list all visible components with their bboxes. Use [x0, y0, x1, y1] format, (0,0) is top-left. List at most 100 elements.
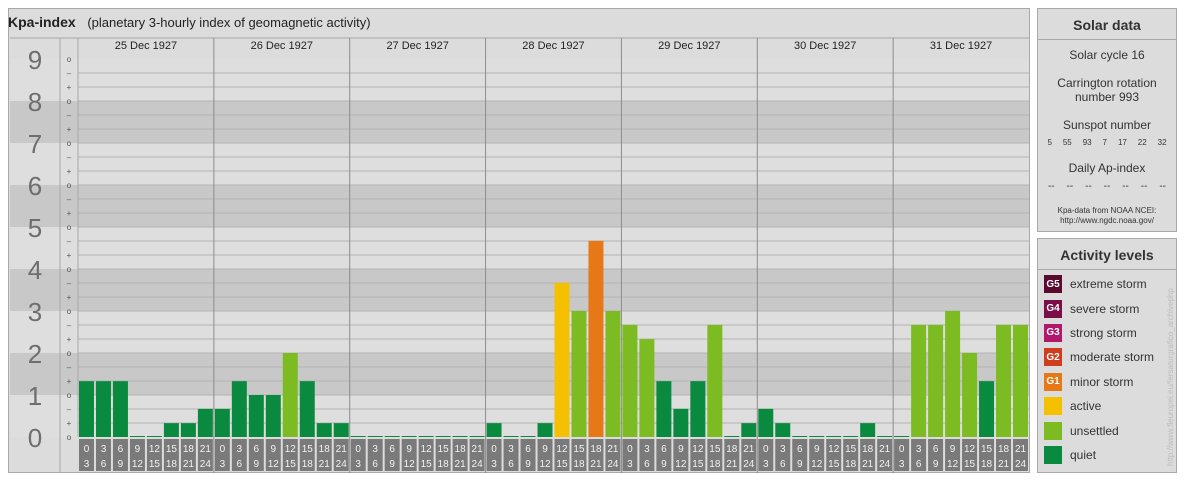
interval-end-label: 24: [200, 459, 212, 470]
carrington-line1: Carrington rotation: [1057, 76, 1157, 90]
y-subtick-label: +: [67, 419, 72, 428]
interval-start-label: 3: [916, 444, 922, 455]
kp-bar: [758, 408, 774, 437]
kp-bar: [588, 240, 604, 437]
ap-heading: Daily Ap-index: [1068, 161, 1146, 175]
ap-value: --: [1103, 181, 1111, 192]
y-subtick-label: +: [67, 293, 72, 302]
y-tick-label: 2: [28, 339, 42, 369]
interval-start-label: 18: [183, 444, 195, 455]
legend-label: moderate storm: [1070, 350, 1155, 365]
kp-bar: [214, 408, 230, 437]
interval-start-label: 3: [644, 444, 650, 455]
chart-title: Kpa-index (planetary 3-hourly index of g…: [8, 14, 371, 30]
y-subtick-label: –: [67, 69, 72, 78]
y-subtick-label: o: [67, 307, 72, 316]
y-tick-label: 9: [28, 45, 42, 75]
y-tick-label: 6: [28, 171, 42, 201]
interval-end-label: 9: [389, 459, 395, 470]
interval-start-label: 12: [828, 444, 840, 455]
solar-data-heading: Solar data: [1038, 9, 1176, 40]
kp-bar: [79, 381, 94, 437]
interval-start-label: 21: [472, 444, 484, 455]
interval-start-label: 3: [372, 444, 378, 455]
kp-bar: [95, 381, 111, 437]
y-tick-label: 0: [28, 423, 42, 453]
kp-bar: [877, 436, 893, 437]
day-label: 26 Dec 1927: [251, 40, 313, 52]
sunspot-value: 7: [1102, 138, 1107, 147]
y-subtick-label: o: [67, 181, 72, 190]
legend-item-minor-storm: G1 minor storm: [1038, 370, 1176, 394]
unit-band: [10, 227, 1029, 269]
ap-value: --: [1066, 181, 1074, 192]
kp-bar: [775, 423, 791, 437]
interval-end-label: 12: [811, 459, 823, 470]
interval-end-label: 6: [101, 459, 107, 470]
interval-start-label: 0: [627, 444, 633, 455]
solar-cycle: Solar cycle 16: [1069, 48, 1145, 62]
interval-start-label: 21: [607, 444, 619, 455]
interval-end-label: 9: [661, 459, 667, 470]
interval-start-label: 9: [406, 444, 412, 455]
sunspot-value: 32: [1157, 138, 1167, 147]
kp-bar: [673, 408, 689, 437]
interval-end-label: 24: [1015, 459, 1027, 470]
y-tick-label: 5: [28, 213, 42, 243]
kp-bar: [843, 436, 859, 437]
interval-start-label: 0: [355, 444, 361, 455]
kp-bar: [435, 436, 451, 437]
interval-start-label: 15: [302, 444, 314, 455]
interval-end-label: 9: [254, 459, 260, 470]
interval-end-label: 6: [508, 459, 514, 470]
kp-bar: [197, 408, 213, 437]
kp-bar: [690, 381, 706, 437]
y-tick-label: 7: [28, 129, 42, 159]
legend-label: strong storm: [1070, 325, 1137, 340]
interval-end-label: 24: [607, 459, 619, 470]
interval-end-label: 3: [355, 459, 361, 470]
interval-end-label: 3: [491, 459, 497, 470]
interval-start-label: 0: [763, 444, 769, 455]
interval-start-label: 15: [573, 444, 585, 455]
y-tick-label: 4: [28, 255, 42, 285]
interval-end-label: 6: [780, 459, 786, 470]
kp-bar: [520, 436, 536, 437]
kp-bar: [265, 395, 281, 437]
kp-bar: [452, 436, 468, 437]
interval-end-label: 24: [879, 459, 891, 470]
legend-label: minor storm: [1070, 374, 1134, 389]
interval-start-label: 0: [84, 444, 90, 455]
interval-end-label: 15: [285, 459, 297, 470]
kp-bar: [231, 381, 247, 437]
interval-end-label: 21: [862, 459, 874, 470]
interval-start-label: 0: [491, 444, 497, 455]
interval-end-label: 24: [472, 459, 484, 470]
interval-start-label: 15: [709, 444, 721, 455]
interval-end-label: 3: [220, 459, 226, 470]
y-subtick-label: o: [67, 433, 72, 442]
interval-end-label: 21: [455, 459, 467, 470]
kp-bar: [469, 436, 485, 437]
legend-label: severe storm: [1070, 301, 1140, 316]
legend-item-severe-storm: G4 severe storm: [1038, 296, 1176, 320]
interval-start-label: 6: [389, 444, 395, 455]
kp-bar: [928, 324, 944, 437]
interval-end-label: 6: [916, 459, 922, 470]
interval-start-label: 12: [556, 444, 568, 455]
kp-bar: [299, 381, 315, 437]
interval-start-label: 12: [149, 444, 161, 455]
interval-end-label: 12: [947, 459, 959, 470]
interval-end-label: 21: [726, 459, 738, 470]
legend-item-strong-storm: G3 strong storm: [1038, 321, 1176, 345]
interval-end-label: 21: [183, 459, 195, 470]
unit-band: [10, 395, 1029, 437]
kp-bar: [622, 324, 638, 437]
legend-item-moderate-storm: G2 moderate storm: [1038, 345, 1176, 369]
interval-end-label: 12: [404, 459, 416, 470]
interval-start-label: 9: [542, 444, 548, 455]
credit-line2: http://www.ngdc.noaa.gov/: [1060, 216, 1154, 225]
interval-end-label: 6: [644, 459, 650, 470]
kp-bar: [180, 423, 196, 437]
kp-bar: [894, 436, 910, 437]
